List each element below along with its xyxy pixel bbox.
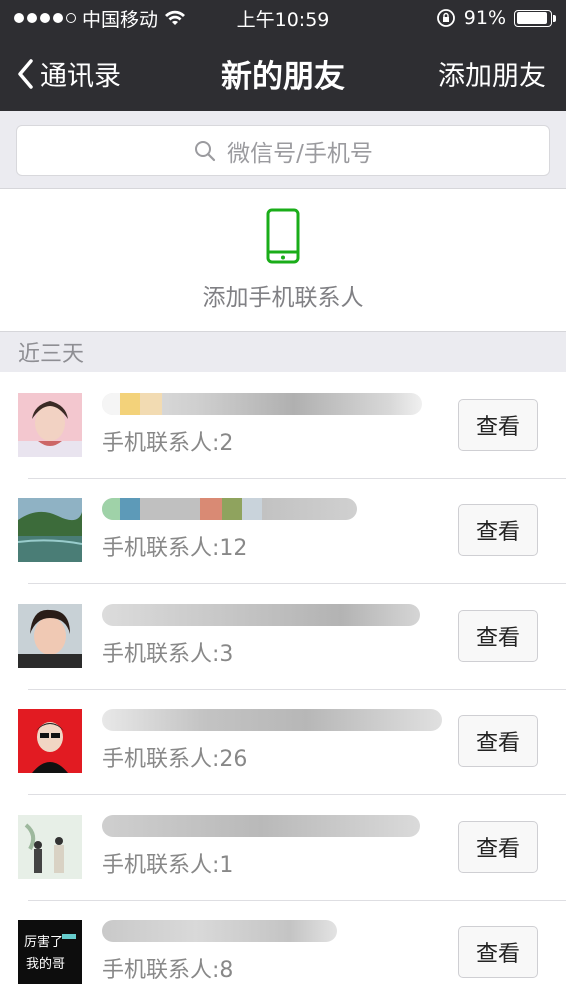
chevron-left-icon: [16, 58, 36, 90]
back-label: 通讯录: [40, 54, 121, 93]
view-button[interactable]: 查看: [458, 504, 538, 556]
contact-source: 手机联系人:2: [102, 425, 458, 457]
back-button[interactable]: 通讯录: [16, 36, 121, 111]
contact-source: 手机联系人:26: [102, 741, 458, 773]
add-friend-button[interactable]: 添加朋友: [438, 36, 546, 111]
status-left: 中国移动: [14, 5, 186, 32]
view-button[interactable]: 查看: [458, 715, 538, 767]
carrier-name: 中国移动: [82, 5, 158, 32]
section-header-recent: 近三天: [0, 332, 566, 372]
signal-strength-icon: [14, 13, 76, 23]
svg-text:厉害了: 厉害了: [24, 934, 63, 950]
name-redacted: [102, 920, 337, 942]
battery-percent: 91%: [464, 7, 506, 29]
name-redacted: [102, 604, 420, 626]
search-placeholder: 微信号/手机号: [227, 134, 373, 168]
navigation-bar: 通讯录 新的朋友 添加朋友: [0, 36, 566, 111]
contact-source: 手机联系人:3: [102, 636, 458, 668]
list-item[interactable]: 手机联系人:12 查看: [0, 478, 566, 584]
avatar: [18, 498, 82, 562]
list-item[interactable]: 手机联系人:3 查看: [0, 583, 566, 689]
avatar: [18, 815, 82, 879]
contact-source: 手机联系人:1: [102, 847, 458, 879]
wifi-icon: [164, 9, 186, 27]
battery-icon: [514, 10, 552, 27]
add-phone-contacts-label: 添加手机联系人: [203, 278, 364, 312]
list-item[interactable]: 厉害了我的哥 手机联系人:8 查看: [0, 900, 566, 1005]
view-button[interactable]: 查看: [458, 399, 538, 451]
list-item[interactable]: 手机联系人:26 查看: [0, 689, 566, 795]
view-button[interactable]: 查看: [458, 821, 538, 873]
status-right: 91%: [436, 7, 552, 29]
add-phone-contacts-button[interactable]: 添加手机联系人: [0, 188, 566, 332]
orientation-lock-icon: [436, 8, 456, 28]
avatar: [18, 709, 82, 773]
avatar: 厉害了我的哥: [18, 920, 82, 984]
avatar: [18, 393, 82, 457]
list-item[interactable]: 手机联系人:1 查看: [0, 794, 566, 900]
name-redacted: [102, 393, 422, 415]
avatar: [18, 604, 82, 668]
phone-icon: [266, 208, 300, 264]
list-item[interactable]: 手机联系人:2 查看: [0, 372, 566, 478]
search-icon: [193, 139, 217, 163]
search-input[interactable]: 微信号/手机号: [16, 125, 550, 176]
status-bar: 中国移动 上午10:59 91%: [0, 0, 566, 36]
view-button[interactable]: 查看: [458, 926, 538, 978]
contact-source: 手机联系人:12: [102, 530, 458, 562]
svg-text:我的哥: 我的哥: [26, 956, 65, 972]
view-button[interactable]: 查看: [458, 610, 538, 662]
battery-fill: [517, 12, 547, 24]
search-area: 微信号/手机号: [0, 111, 566, 188]
friend-request-list: 手机联系人:2 查看 手机联系人:12 查看 手机联系人:3 查看: [0, 372, 566, 1005]
name-redacted: [102, 815, 420, 837]
contact-source: 手机联系人:8: [102, 952, 458, 984]
name-redacted: [102, 709, 442, 731]
name-redacted: [102, 498, 357, 520]
